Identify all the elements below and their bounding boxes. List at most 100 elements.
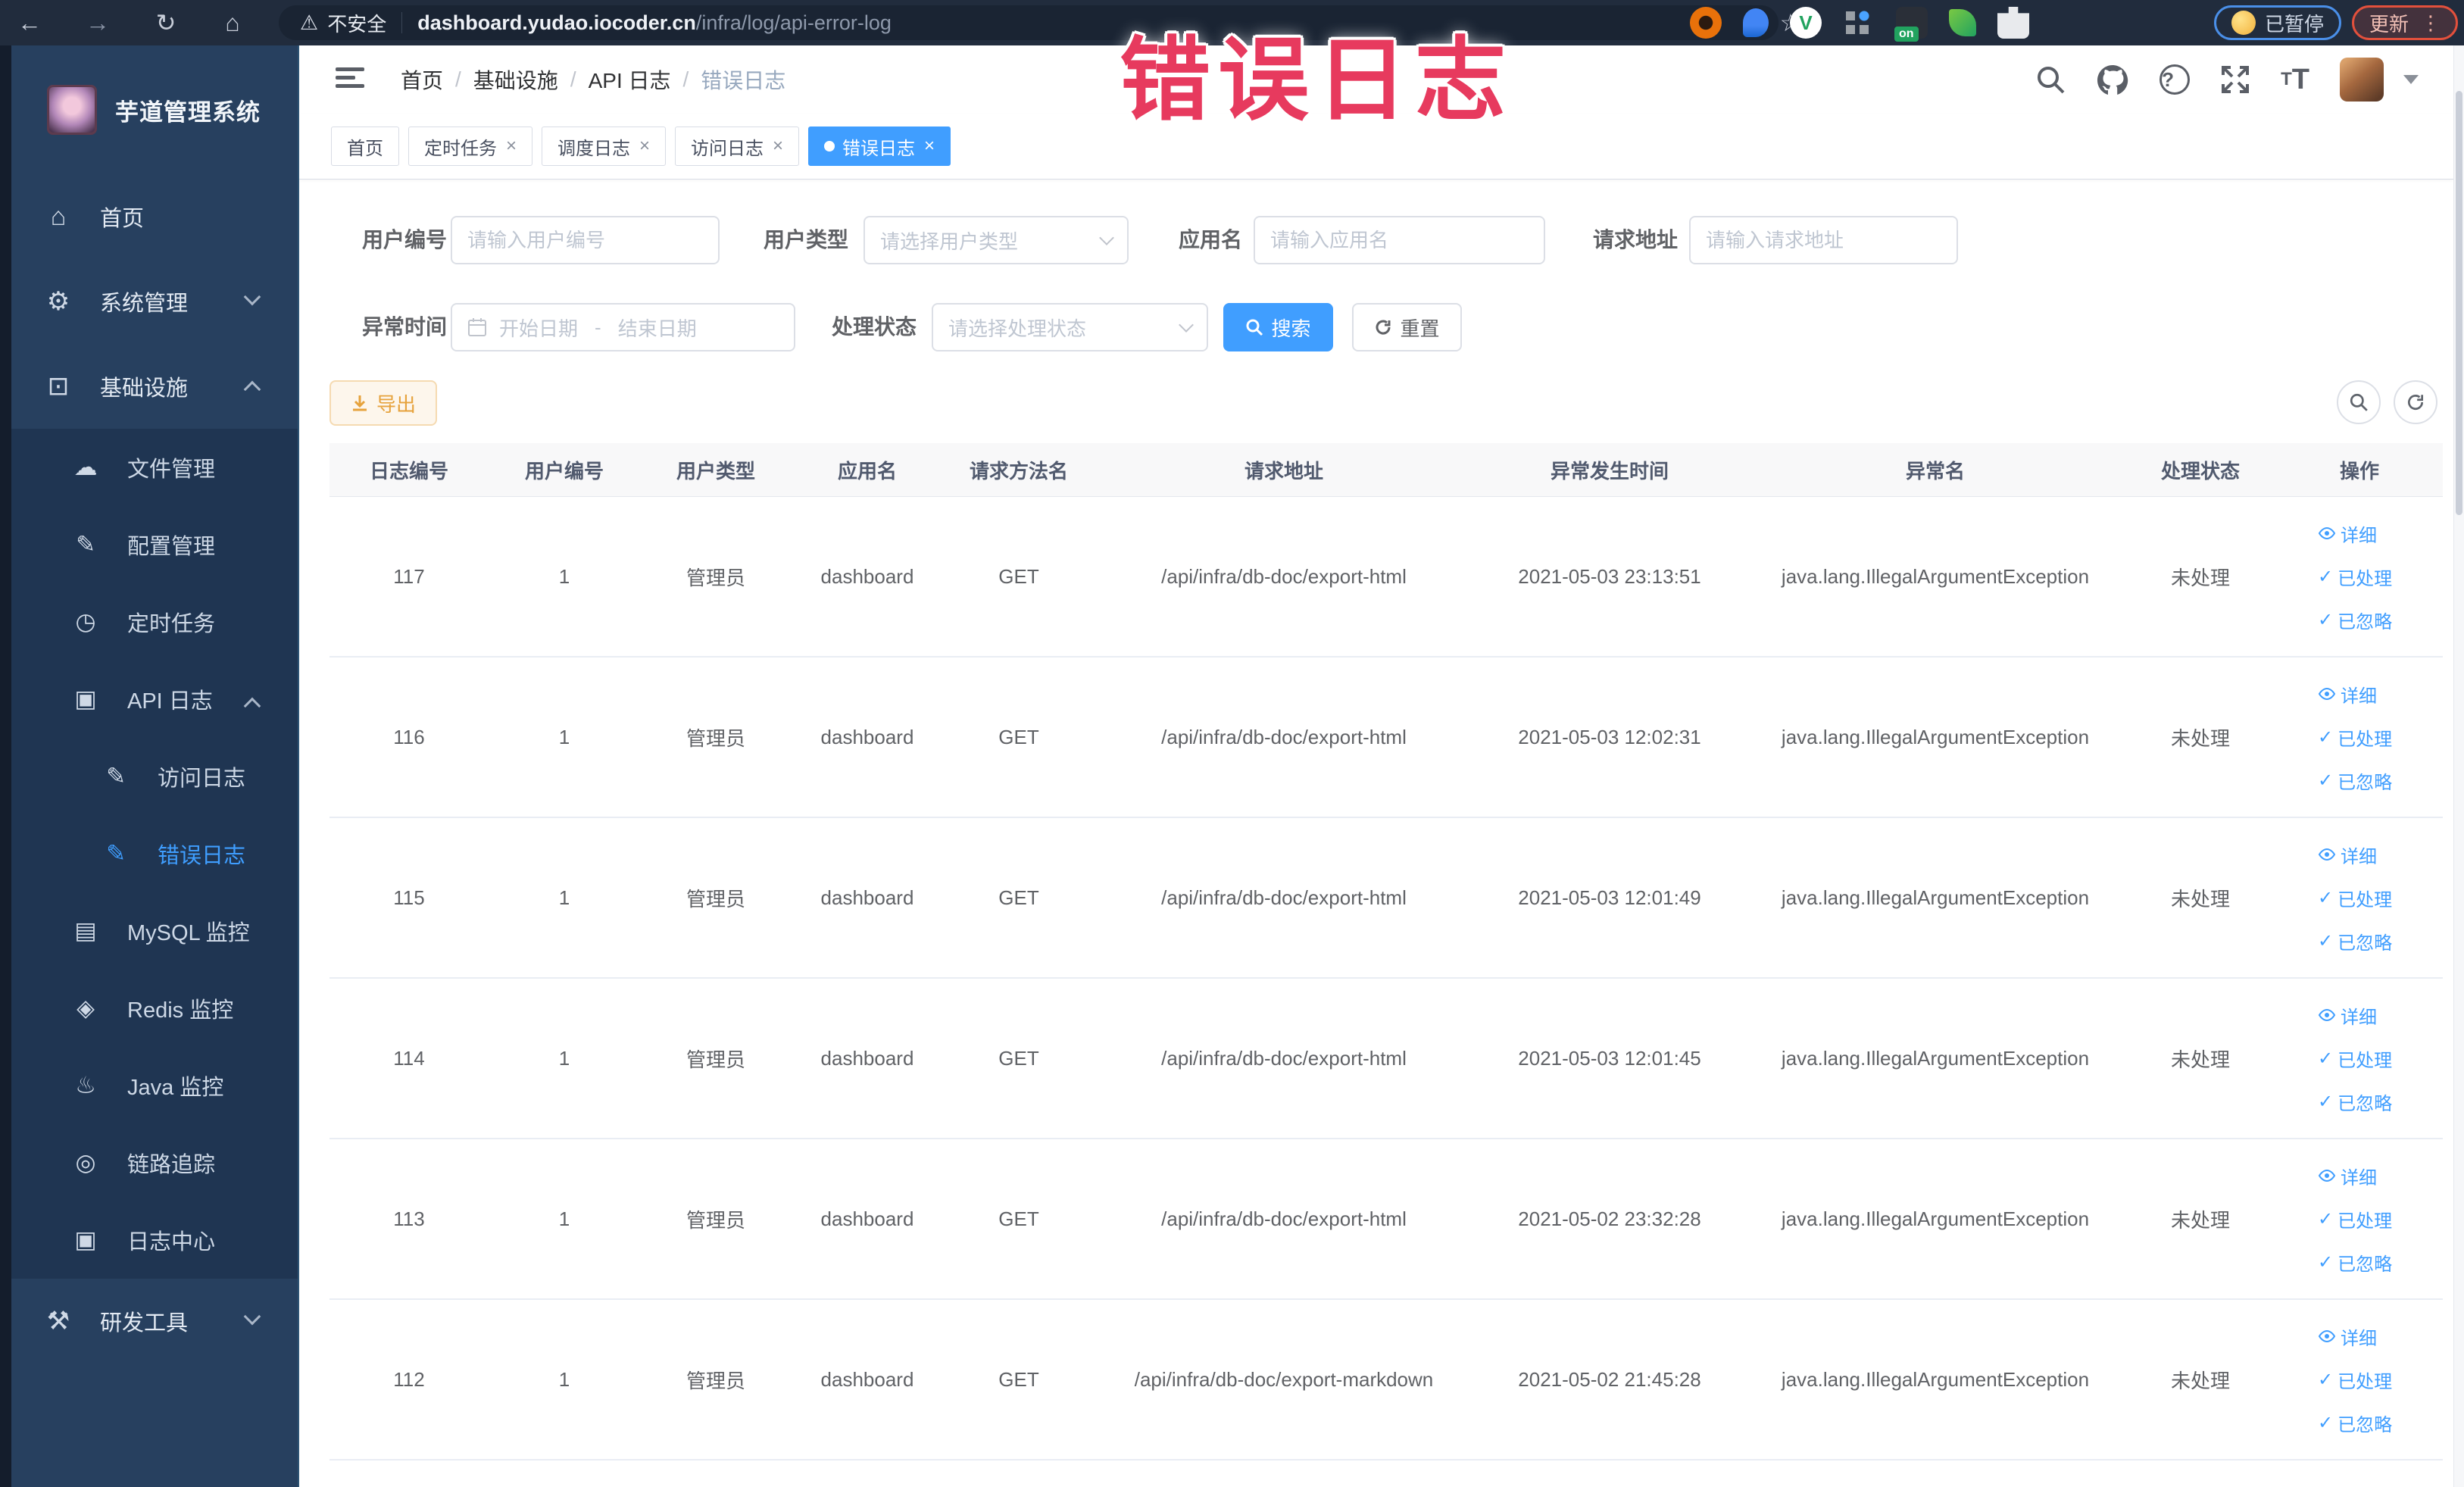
detail-link[interactable]: 详细 (2318, 1163, 2377, 1189)
detail-link[interactable]: 详细 (2318, 520, 2377, 547)
tab-access-log[interactable]: 访问日志 × (675, 127, 800, 166)
sidebar-item-error-log[interactable]: ✎ 错误日志 (0, 815, 298, 892)
refresh-table-button[interactable] (2394, 380, 2437, 424)
sidebar-item-home[interactable]: ⌂ 首页 (0, 174, 298, 259)
extension-drop-icon[interactable] (1743, 8, 1769, 37)
extension-switch-icon[interactable]: on (1894, 7, 1928, 42)
tab-home[interactable]: 首页 (331, 127, 399, 166)
mark-processed-link[interactable]: ✓ 已处理 (2318, 564, 2392, 590)
browser-home-icon[interactable]: ⌂ (211, 9, 255, 37)
tab-schedule-log[interactable]: 调度日志 × (542, 127, 667, 166)
sidebar-logo[interactable]: 芋道管理系统 (0, 45, 298, 174)
start-date-placeholder[interactable]: 开始日期 (499, 314, 578, 342)
close-icon[interactable]: × (506, 136, 517, 157)
extension-grid-icon[interactable] (1843, 7, 1875, 39)
fullscreen-icon[interactable] (2220, 64, 2250, 95)
sidebar-item-trace[interactable]: ◎ 链路追踪 (0, 1124, 298, 1201)
user-type-cell: 管理员 (685, 726, 745, 750)
hamburger-icon[interactable] (336, 66, 364, 94)
address-bar[interactable]: ⚠ 不安全 dashboard.yudao.iocoder.cn /infra/… (279, 5, 1779, 40)
extension-orange-icon[interactable] (1690, 7, 1722, 39)
user-avatar[interactable] (2340, 58, 2384, 102)
mark-processed-link[interactable]: ✓ 已处理 (2318, 885, 2392, 911)
mark-processed-link[interactable]: ✓ 已处理 (2318, 1045, 2392, 1072)
sidebar-item-system-management[interactable]: ⚙ 系统管理 (0, 259, 298, 344)
sidebar-item-mysql-monitor[interactable]: ▤ MySQL 监控 (0, 892, 298, 970)
detail-link[interactable]: 详细 (2318, 1002, 2377, 1029)
reset-button[interactable]: 重置 (1352, 303, 1462, 351)
sidebar-item-java-monitor[interactable]: ♨ Java 监控 (0, 1047, 298, 1124)
mark-ignored-link[interactable]: ✓ 已忽略 (2318, 607, 2392, 633)
request-url-input[interactable] (1706, 228, 1941, 252)
breadcrumb-home[interactable]: 首页 (401, 64, 443, 95)
column-header: 处理状态 (2160, 459, 2240, 483)
export-button[interactable]: 导出 (329, 380, 437, 426)
docs-question-icon[interactable]: ? (2160, 64, 2191, 95)
address-divider (401, 12, 403, 33)
github-icon[interactable] (2096, 64, 2129, 95)
close-icon[interactable]: × (773, 136, 783, 157)
toggle-search-button[interactable] (2337, 380, 2381, 424)
request-url-field[interactable] (1689, 216, 1958, 264)
extensions-puzzle-icon[interactable] (1997, 7, 2029, 39)
sidebar-item-label: 错误日志 (158, 844, 246, 868)
sidebar-item-log-center[interactable]: ▣ 日志中心 (0, 1201, 298, 1279)
sidebar-item-scheduled-tasks[interactable]: ◷ 定时任务 (0, 583, 298, 661)
detail-link[interactable]: 详细 (2318, 681, 2377, 708)
user-menu-caret-icon[interactable] (2403, 75, 2419, 84)
extension-green-v-icon[interactable]: V (1790, 7, 1822, 39)
extension-leaf-icon[interactable] (1949, 9, 1976, 36)
sidebar-item-dev-tools[interactable]: ⚒ 研发工具 (0, 1279, 298, 1364)
browser-update-button[interactable]: 更新 ⋮ (2351, 5, 2458, 40)
mark-processed-link[interactable]: ✓ 已处理 (2318, 1367, 2392, 1393)
user-id-field[interactable] (451, 216, 720, 264)
app-name-input[interactable] (1270, 228, 1529, 252)
insecure-label[interactable]: 不安全 (327, 9, 386, 37)
mark-processed-link[interactable]: ✓ 已处理 (2318, 1206, 2392, 1232)
user-id-input[interactable] (467, 228, 703, 252)
eye-icon (2318, 1330, 2336, 1342)
user-type-cell: 管理员 (685, 566, 745, 589)
browser-back-icon[interactable]: ← (8, 9, 52, 37)
browser-menu-dots-icon[interactable]: ⋮ (2421, 11, 2441, 35)
mark-ignored-link[interactable]: ✓ 已忽略 (2318, 1249, 2392, 1276)
font-size-icon[interactable]: TT (2281, 64, 2309, 96)
process-status-select[interactable]: 请选择处理状态 (932, 303, 1208, 351)
tab-scheduled-tasks[interactable]: 定时任务 × (408, 127, 533, 166)
browser-forward-icon[interactable]: → (76, 9, 120, 37)
user-type-select[interactable]: 请选择用户类型 (863, 216, 1129, 264)
breadcrumb-infrastructure[interactable]: 基础设施 (473, 64, 558, 95)
profile-paused-pill[interactable]: 已暂停 (2213, 5, 2341, 40)
end-date-placeholder[interactable]: 结束日期 (618, 314, 697, 342)
sidebar-item-infrastructure[interactable]: ⊡ 基础设施 (0, 344, 298, 429)
search-button[interactable]: 搜索 (1223, 303, 1333, 351)
breadcrumb-api-log[interactable]: API 日志 (589, 64, 671, 95)
detail-link[interactable]: 详细 (2318, 842, 2377, 868)
sidebar-item-access-log[interactable]: ✎ 访问日志 (0, 738, 298, 815)
header-search-icon[interactable] (2035, 64, 2066, 95)
close-icon[interactable]: × (924, 136, 935, 157)
page-scrollbar[interactable] (2453, 45, 2464, 1487)
mark-ignored-link[interactable]: ✓ 已忽略 (2318, 767, 2392, 794)
browser-reload-icon[interactable]: ↻ (144, 8, 188, 37)
processed-label: 已处理 (2338, 1371, 2393, 1392)
scrollbar-thumb[interactable] (2456, 91, 2462, 515)
mark-ignored-link[interactable]: ✓ 已忽略 (2318, 1089, 2392, 1115)
app-name-field[interactable] (1254, 216, 1545, 264)
close-icon[interactable]: × (639, 136, 650, 157)
mark-ignored-link[interactable]: ✓ 已忽略 (2318, 1410, 2392, 1436)
mark-processed-link[interactable]: ✓ 已处理 (2318, 724, 2392, 751)
edit-icon: ✎ (76, 531, 95, 558)
sidebar-item-file-management[interactable]: ☁ 文件管理 (0, 429, 298, 506)
detail-link[interactable]: 详细 (2318, 1323, 2377, 1350)
sidebar-item-config-management[interactable]: ✎ 配置管理 (0, 506, 298, 583)
sidebar-item-api-log[interactable]: ▣ API 日志 (0, 661, 298, 738)
column-header: 用户类型 (676, 459, 755, 483)
column-header: 操作 (2339, 459, 2379, 483)
exception-time-range[interactable]: 开始日期 - 结束日期 (451, 303, 795, 351)
tab-error-log[interactable]: 错误日志 × (808, 127, 951, 166)
ignored-label: 已忽略 (2338, 772, 2393, 793)
mark-ignored-link[interactable]: ✓ 已忽略 (2318, 928, 2392, 954)
sidebar-item-redis-monitor[interactable]: ◈ Redis 监控 (0, 970, 298, 1047)
search-icon (1246, 319, 1263, 336)
